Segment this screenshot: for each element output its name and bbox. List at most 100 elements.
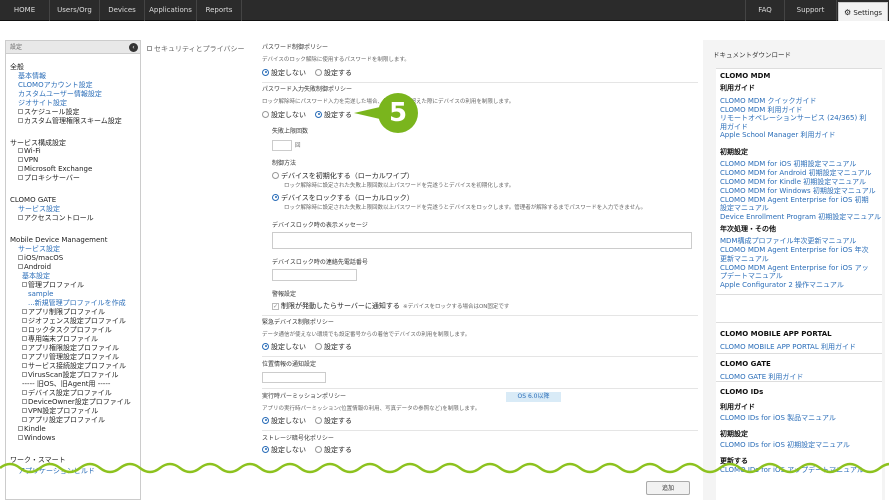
collapse-toggle-icon[interactable] [147, 46, 152, 51]
tree-toggle-icon[interactable] [22, 353, 27, 359]
sidebar-item[interactable]: アプリ制限プロファイル [22, 308, 105, 316]
nav-settings[interactable]: ⚙ Settings [838, 2, 888, 21]
sidebar-item[interactable]: Windows [18, 434, 55, 442]
document-link[interactable]: CLOMO MDM for Android 初期設定マニュアル [720, 169, 871, 177]
sidebar-item[interactable]: アプリケーションビルド [18, 467, 95, 475]
document-link[interactable]: CLOMO IDs for iOS 製品マニュアル [720, 414, 836, 422]
sidebar-item[interactable]: Microsoft Exchange [18, 165, 92, 173]
tree-toggle-icon[interactable] [18, 254, 23, 260]
tree-toggle-icon[interactable] [22, 335, 27, 341]
sidebar-item[interactable]: デバイス設定プロファイル [22, 389, 112, 397]
document-link[interactable]: CLOMO MDM クイックガイド [720, 97, 817, 105]
sidebar-item[interactable]: VirusScan設定プロファイル [22, 371, 119, 379]
sidebar-item[interactable]: プロキシサーバー [18, 174, 80, 182]
collapse-sidebar-icon[interactable]: ‹ [129, 43, 138, 52]
document-link[interactable]: CLOMO MDM 利用ガイド [720, 106, 803, 114]
sidebar-item[interactable]: アプリ設定プロファイル [22, 416, 105, 424]
nav-home[interactable]: HOME [0, 0, 50, 21]
tree-toggle-icon[interactable] [22, 362, 27, 368]
document-link[interactable]: CLOMO MDM for Windows 初期設定マニュアル [720, 187, 876, 195]
tree-toggle-icon[interactable] [18, 147, 23, 153]
tree-toggle-icon[interactable] [22, 317, 27, 323]
sidebar-item[interactable]: カスタム管理権限スキーム設定 [18, 117, 122, 125]
pw-policy-off-radio[interactable]: 設定しない [262, 68, 306, 77]
nav-applications[interactable]: Applications [145, 0, 197, 21]
document-link[interactable]: CLOMO IDs for iOS 初期設定マニュアル [720, 441, 850, 449]
sidebar-item[interactable]: DeviceOwner設定プロファイル [22, 398, 131, 406]
sidebar-item[interactable]: sample [28, 290, 53, 298]
tree-toggle-icon[interactable] [18, 117, 23, 123]
tree-toggle-icon[interactable] [18, 214, 23, 220]
sidebar-item[interactable]: 基本設定 [22, 272, 50, 280]
sidebar-item[interactable]: 基本情報 [18, 72, 46, 80]
tree-toggle-icon[interactable] [18, 434, 23, 440]
document-link[interactable]: Apple School Manager 利用ガイド [720, 131, 836, 139]
sidebar-item[interactable]: カスタムユーザー情報設定 [18, 90, 102, 98]
document-link[interactable]: 用ガイド [720, 123, 748, 131]
sidebar-item[interactable]: アプリ管理設定プロファイル [22, 353, 119, 361]
sidebar-item[interactable]: アクセスコントロール [18, 214, 94, 222]
pw-fail-on-radio[interactable]: 設定する [315, 110, 352, 119]
sidebar-item[interactable]: ジオフェンス設定プロファイル [22, 317, 126, 325]
sidebar-item[interactable]: CLOMOアカウント設定 [18, 81, 93, 89]
lock-radio[interactable]: デバイスをロックする（ローカルロック） [272, 193, 414, 202]
fail-limit-input[interactable] [272, 140, 292, 151]
lock-phone-input[interactable] [272, 269, 357, 281]
tree-toggle-icon[interactable] [22, 281, 27, 287]
tree-toggle-icon[interactable] [22, 308, 27, 314]
nav-faq[interactable]: FAQ [745, 0, 785, 21]
sidebar-item[interactable]: Wi-Fi [18, 147, 41, 155]
pw-fail-off-radio[interactable]: 設定しない [262, 110, 306, 119]
tree-toggle-icon[interactable] [22, 407, 27, 413]
nav-users-org[interactable]: Users/Org [50, 0, 100, 21]
location-select[interactable] [262, 372, 326, 383]
tree-toggle-icon[interactable] [22, 326, 27, 332]
document-link[interactable]: CLOMO GATE 利用ガイド [720, 373, 803, 381]
add-button[interactable]: 追加 [646, 481, 690, 495]
wipe-radio[interactable]: デバイスを初期化する（ローカルワイプ） [272, 171, 414, 180]
document-link[interactable]: CLOMO MDM Agent Enterprise for iOS 年次 [720, 246, 869, 254]
tree-toggle-icon[interactable] [22, 398, 27, 404]
document-link[interactable]: CLOMO MOBILE APP PORTAL 利用ガイド [720, 343, 856, 351]
sidebar-item[interactable]: ロックタスクプロファイル [22, 326, 112, 334]
alert-checkbox[interactable]: ✓ 制限が発動したらサーバーに通知する [272, 302, 400, 310]
document-link[interactable]: Device Enrollment Program 初期設定マニュアル [720, 213, 881, 221]
sidebar-item[interactable]: アプリ権限設定プロファイル [22, 344, 119, 352]
document-link[interactable]: CLOMO IDs for iOS アップデートマニュアル [720, 466, 864, 474]
document-link[interactable]: MDM構成プロファイル年次更新マニュアル [720, 237, 856, 245]
nav-reports[interactable]: Reports [197, 0, 242, 21]
sidebar-item[interactable]: サービス接続設定プロファイル [22, 362, 126, 370]
nav-devices[interactable]: Devices [100, 0, 145, 21]
lock-msg-input[interactable] [272, 232, 692, 249]
document-link[interactable]: CLOMO MDM Agent Enterprise for iOS 初期 [720, 196, 869, 204]
tree-toggle-icon[interactable] [22, 371, 27, 377]
document-link[interactable]: Apple Configurator 2 操作マニュアル [720, 281, 844, 289]
runtime-off-radio[interactable]: 設定しない [262, 416, 306, 425]
sidebar-item[interactable]: 専用端末プロファイル [22, 335, 98, 343]
document-link[interactable]: 設定マニュアル [720, 204, 769, 212]
tree-toggle-icon[interactable] [22, 416, 27, 422]
document-link[interactable]: プデートマニュアル [720, 272, 783, 280]
pw-policy-on-radio[interactable]: 設定する [315, 68, 352, 77]
tree-toggle-icon[interactable] [18, 174, 23, 180]
emergency-on-radio[interactable]: 設定する [315, 342, 352, 351]
tree-toggle-icon[interactable] [22, 344, 27, 350]
tree-toggle-icon[interactable] [18, 108, 23, 114]
storage-on-radio[interactable]: 設定する [315, 445, 352, 454]
nav-support[interactable]: Support [785, 0, 837, 21]
tree-toggle-icon[interactable] [18, 263, 23, 269]
tree-toggle-icon[interactable] [18, 165, 23, 171]
document-link[interactable]: CLOMO MDM Agent Enterprise for iOS アッ [720, 264, 869, 272]
document-link[interactable]: リモートオペレーションサービス (24/365) 利 [720, 114, 866, 122]
emergency-off-radio[interactable]: 設定しない [262, 342, 306, 351]
sidebar-item[interactable]: Android [18, 263, 51, 271]
document-link[interactable]: CLOMO MDM for iOS 初期設定マニュアル [720, 160, 856, 168]
runtime-on-radio[interactable]: 設定する [315, 416, 352, 425]
sidebar-item[interactable]: ...新規管理プロファイルを作成 [28, 299, 126, 307]
sidebar-item[interactable]: VPN [18, 156, 38, 164]
tree-toggle-icon[interactable] [18, 425, 23, 431]
sidebar-item[interactable]: スケジュール設定 [18, 108, 80, 116]
sidebar-item[interactable]: サービス設定 [18, 245, 60, 253]
sidebar-item[interactable]: Kindle [18, 425, 46, 433]
tree-toggle-icon[interactable] [22, 389, 27, 395]
